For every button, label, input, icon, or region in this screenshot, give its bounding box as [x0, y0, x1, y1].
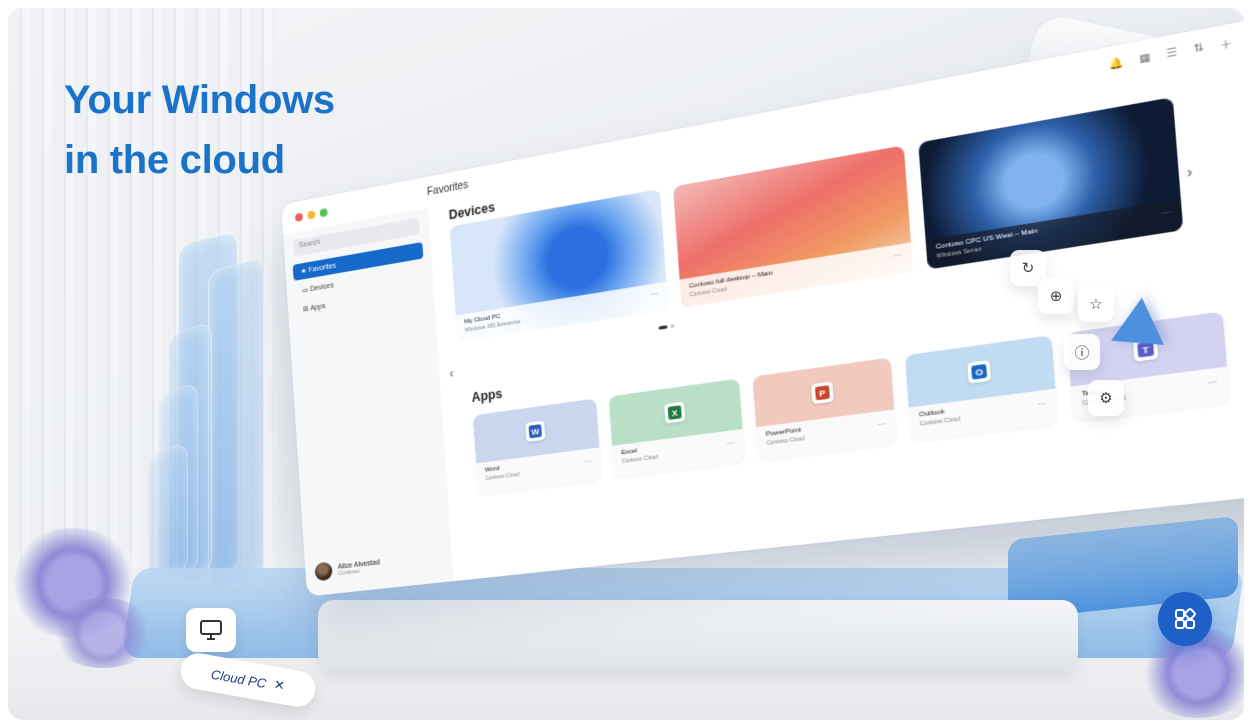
- bell-icon[interactable]: 🔔: [1108, 56, 1124, 74]
- minimize-dot-icon[interactable]: [307, 210, 315, 219]
- avatar: [314, 561, 332, 581]
- app-card-outlook[interactable]: O Outlook Contoso Cloud ···: [905, 335, 1058, 441]
- flowers-left-2: [48, 598, 158, 668]
- settings-icon[interactable]: ⚙: [1088, 380, 1124, 416]
- more-options-icon[interactable]: ···: [1161, 209, 1171, 219]
- more-options-icon[interactable]: ···: [894, 252, 903, 261]
- more-options-icon[interactable]: ···: [1037, 400, 1047, 409]
- apps-grid-button[interactable]: [1158, 592, 1212, 646]
- monitor-icon: [199, 619, 223, 641]
- sidebar-item-label: Devices: [310, 282, 334, 293]
- powerpoint-icon: P: [815, 385, 830, 400]
- outlook-icon: O: [971, 364, 987, 380]
- carousel-pager[interactable]: [659, 324, 675, 330]
- more-options-icon[interactable]: ···: [651, 291, 659, 300]
- window-controls: [295, 208, 328, 222]
- more-options-icon[interactable]: ···: [584, 458, 592, 466]
- app-name: Excel: [621, 448, 637, 456]
- app-sub: Contoso Cloud: [485, 462, 592, 482]
- list-view-icon[interactable]: ☰: [1166, 46, 1178, 63]
- device-card-label: Contoso CPC US West – Main Windows Serve…: [926, 199, 1184, 269]
- glass-fin: [148, 442, 188, 585]
- device-card-label: My Cloud PC Windows 365 Enterprise: [456, 282, 669, 343]
- grid-view-icon[interactable]: ▦: [1139, 51, 1151, 68]
- word-icon: W: [529, 424, 542, 438]
- info-icon[interactable]: ⓘ: [1064, 334, 1100, 370]
- app-card-word[interactable]: W Word Contoso Cloud ···: [473, 398, 602, 494]
- device-card[interactable]: Contoso CPC US West – Main Windows Serve…: [918, 97, 1183, 270]
- chevron-left-icon[interactable]: ‹: [449, 366, 454, 381]
- window-title: Favorites: [427, 179, 469, 198]
- sort-icon[interactable]: ⇅: [1193, 41, 1204, 58]
- device-card-label: Contoso full desktop – Main Contoso Clou…: [680, 242, 914, 307]
- apps-grid-icon: [1174, 608, 1196, 630]
- app-sub: Contoso Cloud: [622, 444, 735, 465]
- headline-line-2: in the cloud: [64, 130, 335, 190]
- add-icon[interactable]: ＋: [1219, 36, 1233, 54]
- app-card-powerpoint[interactable]: P PowerPoint Contoso Cloud ···: [752, 357, 896, 460]
- headline-line-1: Your Windows: [64, 70, 335, 130]
- more-options-icon[interactable]: ···: [1207, 379, 1217, 389]
- user-profile[interactable]: Alice Alvestad Contoso: [314, 556, 380, 581]
- headline: Your Windows in the cloud: [64, 70, 335, 190]
- app-card-excel[interactable]: X Excel Contoso Cloud ···: [609, 379, 745, 478]
- maximize-dot-icon[interactable]: [320, 208, 328, 217]
- app-name: Word: [485, 466, 500, 474]
- excel-icon: X: [668, 405, 682, 420]
- monitor-tile[interactable]: [186, 608, 236, 652]
- platform-top: [318, 600, 1078, 670]
- apps-heading: Apps: [471, 386, 503, 405]
- zoom-icon[interactable]: ⊕: [1038, 278, 1074, 314]
- close-dot-icon[interactable]: [295, 213, 303, 222]
- cloud-pc-label: Cloud PC: [210, 666, 267, 690]
- sidebar: Search ★ Favorites ▭ Devices ⊞ Apps Alic…: [283, 208, 454, 597]
- sidebar-item-label: Favorites: [308, 262, 336, 274]
- hero-scene: Your Windows in the cloud Favorites 🔔 ▦ …: [8, 8, 1244, 720]
- more-options-icon[interactable]: ···: [877, 421, 886, 430]
- more-options-icon[interactable]: ···: [726, 440, 734, 449]
- device-card[interactable]: Contoso full desktop – Main Contoso Clou…: [673, 145, 913, 307]
- sidebar-item-label: Apps: [310, 303, 326, 313]
- chevron-right-icon[interactable]: ›: [1186, 164, 1193, 182]
- glass-fin: [208, 257, 264, 591]
- close-icon[interactable]: ✕: [273, 677, 287, 695]
